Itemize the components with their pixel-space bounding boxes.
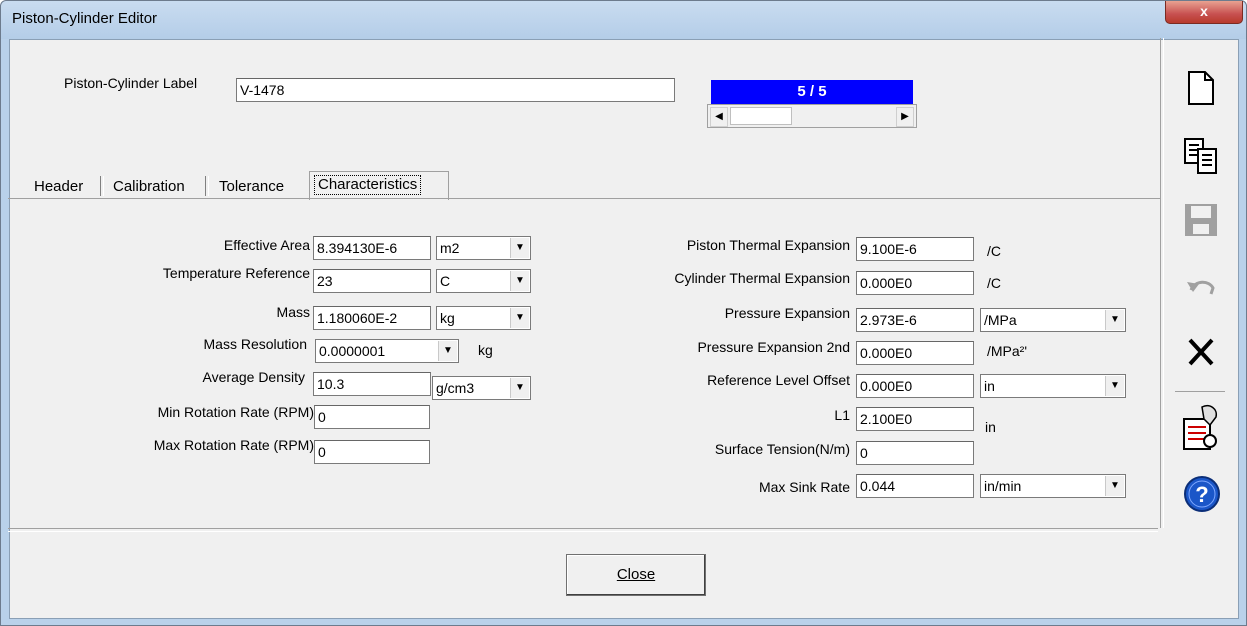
temperature-reference-input[interactable]: 23 [313, 269, 431, 293]
window-close-button[interactable]: x [1165, 1, 1243, 24]
pressure-expansion-unit: /MPa [984, 312, 1017, 328]
effective-area-input[interactable]: 8.394130E-6 [313, 236, 431, 260]
pressure-expansion-2nd-unit: /MPa²' [987, 343, 1028, 359]
copy-icon[interactable] [1181, 135, 1217, 175]
reference-offset-unit-select[interactable]: in ▼ [980, 374, 1126, 398]
pressure-expansion-input[interactable]: 2.973E-6 [856, 308, 974, 332]
mass-resolution-value: 0.0000001 [319, 343, 386, 359]
save-icon [1183, 200, 1219, 240]
min-rotation-label: Min Rotation Rate (RPM) [157, 404, 314, 420]
piston-thermal-input[interactable]: 9.100E-6 [856, 237, 974, 261]
chevron-down-icon: ▼ [510, 378, 529, 398]
mass-resolution-label: Mass Resolution [203, 336, 308, 352]
pressure-expansion-unit-select[interactable]: /MPa ▼ [980, 308, 1126, 332]
cylinder-thermal-unit: /C [987, 275, 1001, 291]
max-rotation-label: Max Rotation Rate (RPM) [153, 437, 314, 453]
chevron-down-icon: ▼ [1105, 310, 1124, 330]
settings-icon[interactable] [1180, 403, 1218, 450]
svg-text:?: ? [1195, 482, 1208, 507]
record-counter: 5 / 5 [711, 80, 913, 104]
tab-characteristics-label: Characteristics [314, 175, 422, 195]
l1-unit: in [985, 419, 996, 435]
effective-area-unit: m2 [440, 240, 460, 256]
chevron-down-icon: ▼ [438, 341, 457, 361]
temperature-unit-select[interactable]: C ▼ [436, 269, 531, 293]
scroll-left-button[interactable]: ◀ [710, 107, 728, 127]
mass-input[interactable]: 1.180060E-2 [313, 306, 431, 330]
max-rotation-input[interactable]: 0 [314, 440, 430, 464]
cylinder-thermal-input[interactable]: 0.000E0 [856, 271, 974, 295]
tab-divider [100, 176, 104, 196]
tab-characteristics[interactable]: Characteristics [309, 171, 449, 200]
temperature-unit: C [440, 273, 451, 289]
tab-tolerance[interactable]: Tolerance [219, 173, 284, 200]
pressure-expansion-label: Pressure Expansion [724, 305, 850, 321]
toolbar-separator [1160, 38, 1164, 528]
density-unit: g/cm3 [436, 380, 475, 396]
chevron-down-icon: ▼ [510, 308, 529, 328]
record-scrollbar[interactable]: ◀ ▶ [707, 104, 917, 128]
l1-input[interactable]: 2.100E0 [856, 407, 974, 431]
chevron-down-icon: ▼ [510, 238, 529, 258]
pressure-expansion-2nd-input[interactable]: 0.000E0 [856, 341, 974, 365]
chevron-down-icon: ▼ [510, 271, 529, 291]
help-icon[interactable]: ? [1182, 474, 1220, 514]
piston-thermal-unit: /C [987, 243, 1001, 259]
tab-divider [205, 176, 209, 196]
max-sink-rate-unit: in/min [984, 478, 1022, 494]
toolbar-divider [1175, 391, 1225, 392]
effective-area-unit-select[interactable]: m2 ▼ [436, 236, 531, 260]
scroll-thumb[interactable] [730, 107, 792, 125]
mass-resolution-unit: kg [478, 342, 493, 358]
max-sink-rate-label: Max Sink Rate [758, 479, 850, 495]
surface-tension-label: Surface Tension(N/m) [714, 441, 850, 457]
close-button[interactable]: Close [566, 554, 706, 596]
mass-unit-select[interactable]: kg ▼ [436, 306, 531, 330]
average-density-label: Average Density [202, 369, 305, 385]
max-sink-rate-input[interactable]: 0.044 [856, 474, 974, 498]
mass-label: Mass [276, 304, 310, 320]
bottom-separator [8, 528, 1158, 532]
l1-label: L1 [834, 407, 850, 423]
tab-calibration[interactable]: Calibration [113, 173, 185, 200]
cylinder-thermal-label: Cylinder Thermal Expansion [674, 270, 850, 286]
min-rotation-input[interactable]: 0 [314, 405, 430, 429]
surface-tension-input[interactable]: 0 [856, 441, 974, 465]
chevron-down-icon: ▼ [1105, 476, 1124, 496]
close-button-label: Close [616, 566, 656, 583]
reference-offset-input[interactable]: 0.000E0 [856, 374, 974, 398]
chevron-down-icon: ▼ [1105, 376, 1124, 396]
undo-icon [1185, 272, 1221, 312]
piston-cylinder-label-input[interactable]: V-1478 [236, 78, 675, 102]
tab-header[interactable]: Header [34, 173, 83, 200]
delete-icon[interactable] [1186, 334, 1222, 374]
mass-unit: kg [440, 310, 455, 326]
mass-resolution-select[interactable]: 0.0000001 ▼ [315, 339, 459, 363]
window-title: Piston-Cylinder Editor [12, 10, 158, 27]
effective-area-label: Effective Area [223, 237, 310, 253]
title-bar: Piston-Cylinder Editor x [1, 1, 1246, 39]
pressure-expansion-2nd-label: Pressure Expansion 2nd [697, 339, 850, 355]
scroll-right-button[interactable]: ▶ [896, 107, 914, 127]
piston-thermal-label: Piston Thermal Expansion [686, 237, 850, 253]
density-unit-select[interactable]: g/cm3 ▼ [432, 376, 531, 400]
temperature-reference-label: Temperature Reference [162, 265, 310, 281]
reference-offset-unit: in [984, 378, 995, 394]
piston-cylinder-label-caption: Piston-Cylinder Label [64, 75, 198, 91]
max-sink-rate-unit-select[interactable]: in/min ▼ [980, 474, 1126, 498]
reference-offset-label: Reference Level Offset [707, 372, 850, 388]
average-density-input[interactable]: 10.3 [313, 372, 431, 396]
new-document-icon[interactable] [1183, 68, 1219, 108]
